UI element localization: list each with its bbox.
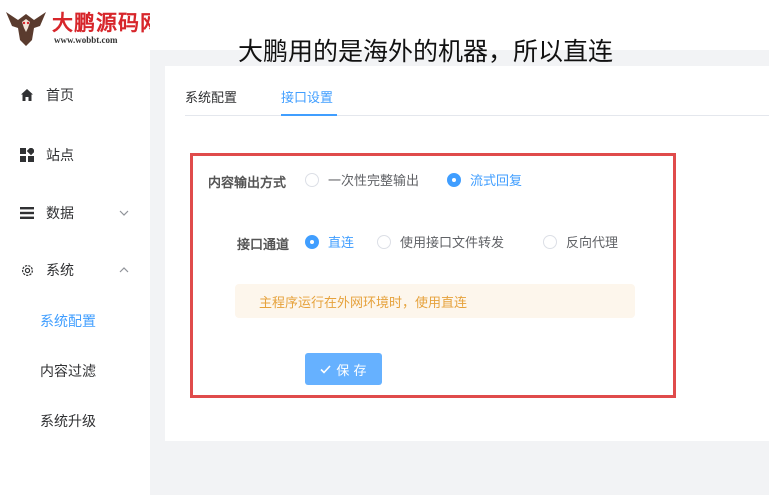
sidebar-subitem-content-filter[interactable]: 内容过滤 xyxy=(0,351,150,391)
sidebar-item-sites[interactable]: 站点 xyxy=(0,135,150,175)
overlay-caption: 大鹏用的是海外的机器，所以直连 xyxy=(238,37,614,66)
tab-system-config[interactable]: 系统配置 xyxy=(185,87,237,106)
radio-direct[interactable]: 直连 xyxy=(305,232,354,251)
sidebar-subitem-system-upgrade[interactable]: 系统升级 xyxy=(0,401,150,441)
gear-icon xyxy=(17,263,37,278)
radio-label: 使用接口文件转发 xyxy=(400,236,505,251)
chevron-down-icon xyxy=(118,207,130,219)
output-mode-label: 内容输出方式 xyxy=(208,176,287,191)
sidebar-item-data[interactable]: 数据 xyxy=(0,193,150,233)
radio-circle xyxy=(543,234,557,249)
radio-full-output[interactable]: 一次性完整输出 xyxy=(305,170,419,189)
check-icon xyxy=(320,364,332,374)
home-icon xyxy=(17,88,37,102)
grid-icon xyxy=(17,148,37,162)
radio-label: 直连 xyxy=(328,236,355,251)
radio-file-forward[interactable]: 使用接口文件转发 xyxy=(377,232,504,251)
radio-stream-reply[interactable]: 流式回复 xyxy=(447,170,522,189)
sidebar-item-label: 站点 xyxy=(46,148,74,164)
tab-interface-settings[interactable]: 接口设置 xyxy=(281,87,333,106)
logo-brand-text: 大鹏源码网 xyxy=(52,10,162,35)
radio-circle xyxy=(377,234,391,249)
sidebar-item-home[interactable]: 首页 xyxy=(0,75,150,115)
radio-label: 一次性完整输出 xyxy=(328,174,420,189)
sidebar-item-label: 系统 xyxy=(46,263,74,279)
active-tab-indicator xyxy=(281,114,337,116)
chevron-up-icon xyxy=(118,264,130,276)
info-alert: 主程序运行在外网环境时，使用直连 xyxy=(235,284,635,318)
eagle-logo-icon xyxy=(6,12,46,46)
radio-label: 流式回复 xyxy=(470,174,523,189)
radio-reverse-proxy[interactable]: 反向代理 xyxy=(543,232,618,251)
radio-circle xyxy=(447,172,461,187)
sidebar: 大鹏源码网 www.wobbt.com 首页 站点 数据 系统 系统配置 内容过… xyxy=(0,0,161,495)
tabs-bar: 系统配置 接口设置 xyxy=(185,80,769,116)
save-button[interactable]: 保 存 xyxy=(305,353,382,385)
sidebar-item-label: 数据 xyxy=(46,206,74,222)
radio-circle xyxy=(305,234,319,249)
sidebar-item-system[interactable]: 系统 xyxy=(0,250,150,290)
channel-label: 接口通道 xyxy=(237,238,290,253)
sidebar-subitem-system-config[interactable]: 系统配置 xyxy=(0,301,150,341)
logo[interactable]: 大鹏源码网 www.wobbt.com xyxy=(4,4,174,48)
menu-icon xyxy=(17,207,37,219)
logo-url-text: www.wobbt.com xyxy=(54,35,118,45)
radio-label: 反向代理 xyxy=(566,236,619,251)
radio-circle xyxy=(305,172,319,187)
save-button-label: 保 存 xyxy=(336,363,367,379)
sidebar-item-label: 首页 xyxy=(46,88,74,104)
